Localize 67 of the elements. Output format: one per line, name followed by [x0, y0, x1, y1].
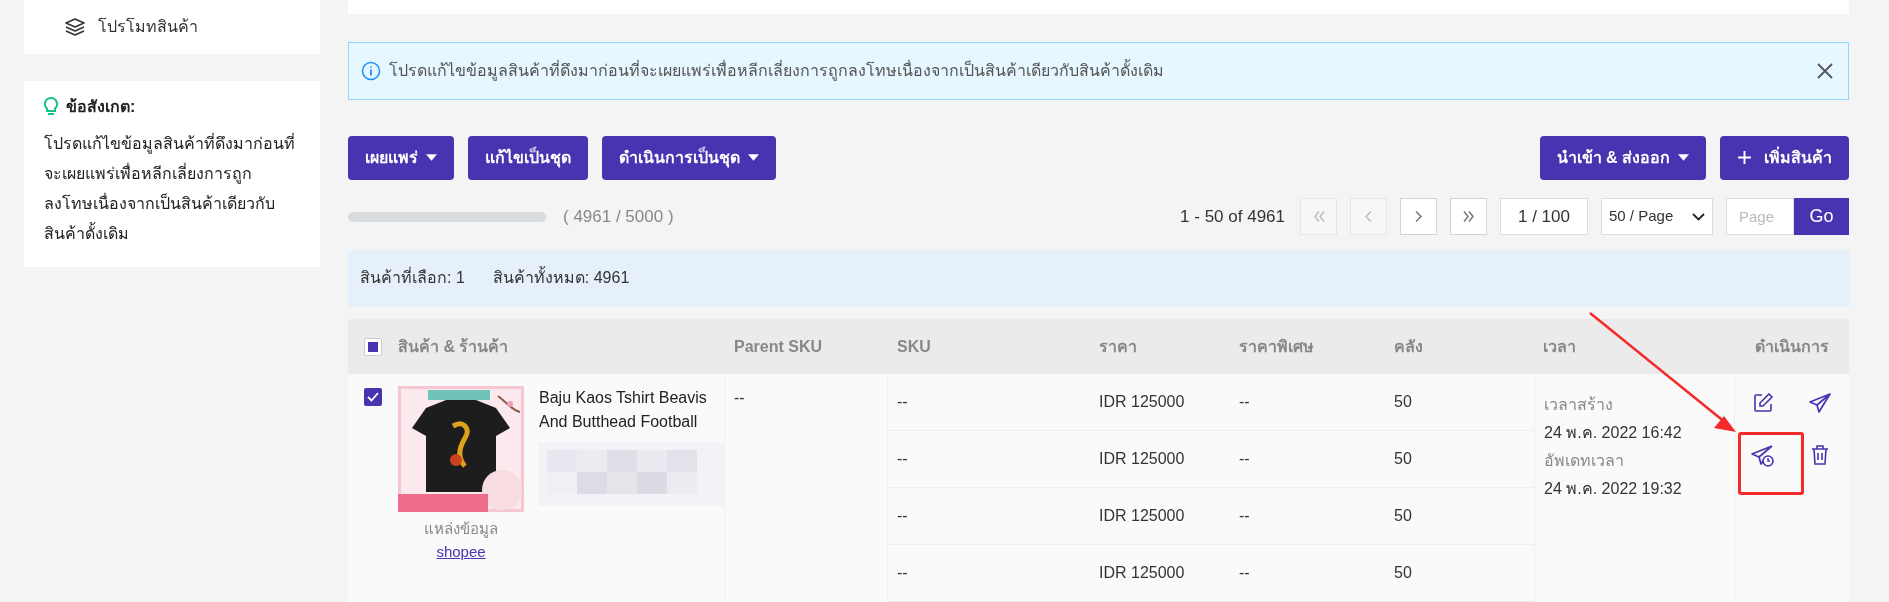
layers-icon [64, 17, 86, 37]
created-label: เวลาสร้าง [1544, 395, 1614, 415]
source-label: แหล่งข้อมูล [424, 519, 498, 540]
note-title: ข้อสังเกต: [66, 97, 136, 117]
column-header: สินค้า & ร้านค้า [398, 336, 510, 357]
plus-icon [1737, 150, 1752, 166]
column-header: SKU [896, 336, 932, 357]
table-cell-text: -- [1238, 506, 1251, 526]
updated-label: อัพเดทเวลา [1544, 451, 1625, 471]
table-cell-text: -- [896, 563, 909, 583]
table-cell-text: IDR 125000 [1098, 506, 1186, 526]
table-cell-text: IDR 125000 [1098, 392, 1186, 412]
selected-count: สินค้าที่เลือก: 1 [360, 266, 465, 289]
close-icon [1816, 61, 1834, 80]
column-header: คลัง [1393, 336, 1424, 357]
page-range: 1 - 50 of 4961 [1180, 205, 1285, 228]
column-header: ราคาพิเศษ [1238, 336, 1315, 357]
table-cell-text: -- [1238, 563, 1251, 583]
note-text: โปรดแก้ไขข้อมูลสินค้าที่ดึงมาก่อนที่จะเผยแพร่เพื่อหลีกเลี่ยงการถูกลงโทษเนื่องจากเป็นสินค้าเดียวกับสินค้าดั้งเดิม [44, 132, 296, 244]
table-cell-text: IDR 125000 [1098, 449, 1186, 469]
table-cell-text: -- [1238, 392, 1251, 412]
caret-icon [426, 154, 437, 162]
caret-icon [1678, 154, 1689, 162]
table-cell-text: 50 [1393, 506, 1413, 526]
column-header: ราคา [1098, 336, 1138, 357]
dropdown-button[interactable]: เผยแพร่ [348, 135, 454, 180]
updated-time: 24 พ.ค. 2022 19:32 [1544, 479, 1683, 499]
select-all-checkbox[interactable] [364, 337, 382, 356]
created-time: 24 พ.ค. 2022 16:42 [1544, 423, 1683, 443]
lightbulb-icon [44, 97, 58, 117]
info-icon [361, 60, 381, 81]
scheduled-send-icon[interactable] [1750, 444, 1777, 468]
go-button[interactable]: Go [1794, 198, 1849, 236]
dropdown-button[interactable]: นำเข้า & ส่งออก [1539, 135, 1706, 180]
page-size-select[interactable]: 50 / Page [1601, 198, 1713, 236]
table-cell-text: 50 [1393, 392, 1413, 412]
table-cell-text: 50 [1393, 563, 1413, 583]
column-header: Parent SKU [733, 336, 824, 357]
table-cell-text: 50 [1393, 449, 1413, 469]
table-cell: -- [734, 389, 745, 406]
table-cell-text: -- [1238, 449, 1251, 469]
alert-text: โปรดแก้ไขข้อมูลสินค้าที่ดึงมาก่อนที่จะเผยแพร่เพื่อหลีกเลี่ยงการถูกลงโทษเนื่องจากเป็นสินค้าเดียวกับสินค้าดั้งเดิม [389, 58, 1165, 83]
table-cell-text: -- [896, 392, 909, 412]
product-name: Baju Kaos Tshirt Beavis And Butthead Football [539, 388, 708, 432]
caret-icon [748, 154, 759, 162]
add-product-button[interactable]: เพิ่มสินค้า [1720, 135, 1849, 180]
table-cell-text: IDR 125000 [1098, 563, 1186, 583]
edit-icon[interactable] [1752, 392, 1775, 414]
table-cell-text: -- [896, 449, 909, 469]
action-button[interactable]: แก้ไขเป็นชุด [468, 135, 588, 180]
column-header: ดำเนินการ [1754, 336, 1829, 357]
page-nav-button[interactable] [1450, 198, 1487, 236]
sidebar-item[interactable]: โปรโมทสินค้า [64, 15, 198, 39]
delete-icon[interactable] [1809, 444, 1830, 466]
page-jump-field[interactable]: Page [1726, 198, 1794, 236]
quota-text: ( 4961 / 5000 ) [563, 205, 674, 228]
chevron-down-icon [1692, 212, 1705, 221]
column-header: เวลา [1542, 336, 1577, 357]
table-cell-text: -- [896, 506, 909, 526]
dropdown-button[interactable]: ดำเนินการเป็นชุด [602, 135, 776, 180]
total-count: สินค้าทั้งหมด: 4961 [492, 266, 630, 291]
highlight-box [1738, 432, 1804, 495]
send-icon[interactable] [1807, 392, 1832, 414]
check-icon [367, 392, 379, 402]
row-checkbox[interactable] [364, 388, 382, 406]
source-link[interactable]: shopee [436, 540, 486, 563]
page-indicator: 1 / 100 [1500, 198, 1588, 236]
